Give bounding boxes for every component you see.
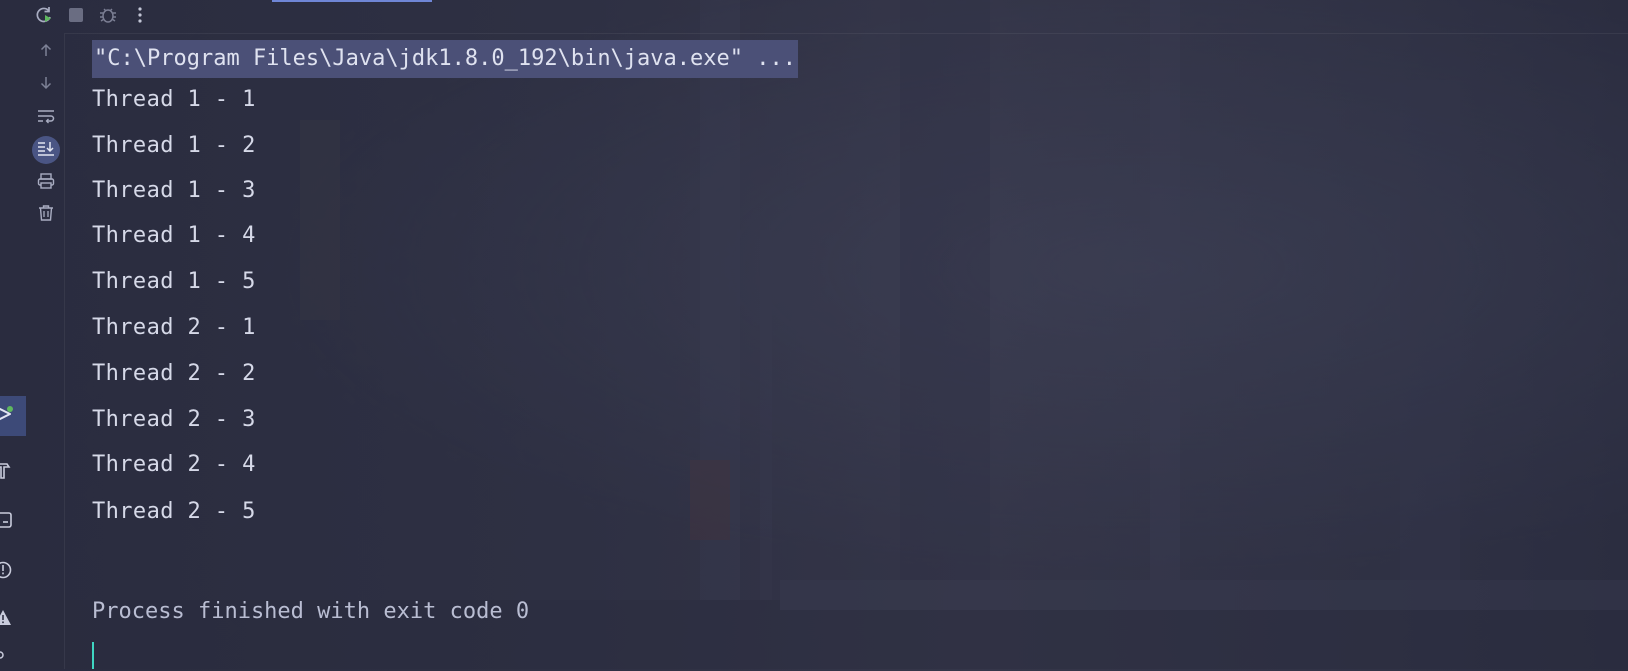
console-gutter-divider [64, 34, 65, 669]
run-tool-button[interactable] [0, 396, 26, 436]
terminal-tool-button[interactable] [0, 502, 26, 542]
arrow-up-icon [38, 42, 54, 62]
trash-icon [37, 204, 55, 226]
console-line: Thread 1 - 2 [92, 133, 256, 158]
console-line: Thread 1 - 5 [92, 269, 256, 294]
process-exit-message: Process finished with exit code 0 [92, 599, 530, 624]
bug-icon [98, 5, 118, 29]
tool-window-strip [0, 0, 26, 669]
hammer-icon [0, 460, 14, 484]
terminal-icon [0, 510, 14, 534]
scroll-to-end-icon [37, 140, 55, 160]
more-vertical-icon [135, 5, 145, 29]
active-tab-indicator [272, 0, 432, 2]
print-icon [37, 172, 55, 194]
up-stack-trace-button[interactable] [32, 38, 60, 66]
console-line: Thread 2 - 1 [92, 315, 256, 340]
scroll-to-end-button[interactable] [32, 136, 60, 164]
build-tool-button[interactable] [0, 452, 26, 492]
console-toolbar [28, 0, 64, 669]
problems-icon [0, 560, 14, 584]
stop-icon [67, 6, 85, 28]
warnings-tool-button[interactable] [0, 600, 26, 640]
text-caret [92, 642, 94, 669]
toolbar-divider [64, 33, 1628, 34]
print-button[interactable] [32, 169, 60, 197]
console-line: Thread 2 - 3 [92, 407, 256, 432]
console-line: Thread 2 - 4 [92, 452, 256, 477]
more-options-button[interactable] [124, 3, 156, 31]
console-line: Thread 1 - 1 [92, 87, 256, 112]
console-line: Thread 2 - 5 [92, 499, 256, 524]
console-line: Thread 2 - 2 [92, 361, 256, 386]
stop-button[interactable] [60, 3, 92, 31]
down-stack-trace-button[interactable] [32, 71, 60, 99]
soft-wrap-button[interactable] [32, 104, 60, 132]
clear-all-button[interactable] [32, 201, 60, 229]
soft-wrap-icon [37, 108, 55, 128]
more-tool-button[interactable] [0, 648, 26, 669]
warning-icon [0, 608, 14, 632]
partial-icon [0, 647, 14, 671]
problems-tool-button[interactable] [0, 552, 26, 592]
run-command-line: "C:\Program Files\Java\jdk1.8.0_192\bin\… [92, 40, 798, 78]
console-line: Thread 1 - 3 [92, 178, 256, 203]
debug-button[interactable] [92, 3, 124, 31]
run-icon [0, 403, 16, 429]
console-line: Thread 1 - 4 [92, 223, 256, 248]
arrow-down-icon [38, 75, 54, 95]
